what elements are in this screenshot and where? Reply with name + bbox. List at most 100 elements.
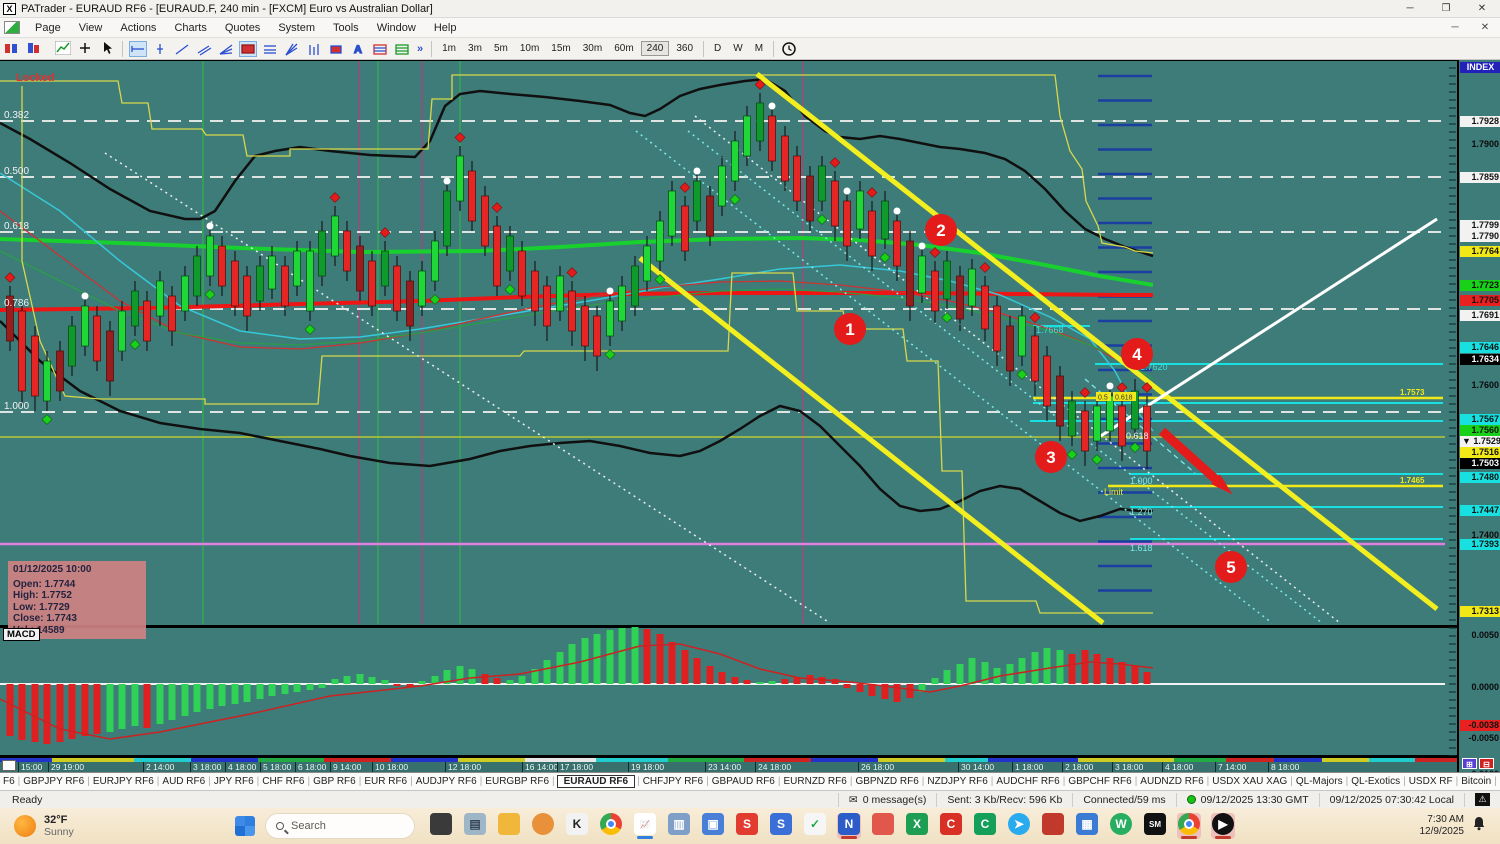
menu-view[interactable]: View <box>70 22 112 34</box>
smr-icon[interactable]: SM <box>1143 813 1167 839</box>
w-green-icon[interactable]: W <box>1109 813 1133 839</box>
ohlc-grid-green-tool[interactable] <box>393 41 411 57</box>
time-axis[interactable]: 15:00 29 19:00 2 14:00 3 18:00 4 18:00 5 18:0… <box>0 758 1457 773</box>
timeframe-3m[interactable]: 3m <box>463 42 487 55</box>
tab-eurnzd-rf6[interactable]: EURNZD RF6 <box>780 776 849 787</box>
maximize-button[interactable]: ❐ <box>1428 3 1464 14</box>
notification-bell-icon[interactable] <box>1472 816 1500 836</box>
ohlc-grid-tool[interactable] <box>371 41 389 57</box>
s-blue-icon[interactable]: S <box>769 813 793 839</box>
bank-icon[interactable]: ▦ <box>1075 813 1099 839</box>
vertical-line-tool[interactable] <box>151 41 169 57</box>
channel-tool[interactable] <box>195 41 213 57</box>
chart-canvas[interactable]: Locked 0.382 0.500 0.618 0.786 1.000 1.7668 1.7… <box>0 60 1457 773</box>
menu-actions[interactable]: Actions <box>111 22 165 34</box>
photos-icon[interactable]: ▣ <box>701 813 725 839</box>
fib-fan-tool[interactable] <box>217 41 235 57</box>
flame-icon[interactable] <box>871 813 895 839</box>
mdi-minimize-button[interactable]: ─ <box>1440 22 1470 33</box>
check-green-icon[interactable]: ✓ <box>803 813 827 839</box>
taskbar-search[interactable]: Search <box>265 813 415 839</box>
tab-chfjpy-rf6[interactable]: CHFJPY RF6 <box>640 776 706 787</box>
cascade-windows-icon[interactable] <box>24 40 42 56</box>
toolbar-overflow-icon[interactable]: » <box>417 43 423 55</box>
dark-app-icon[interactable] <box>429 813 453 839</box>
start-button[interactable] <box>235 816 255 836</box>
c-red-icon[interactable]: C <box>939 813 963 839</box>
text-tool[interactable]: A <box>349 41 367 57</box>
macd-indicator-label[interactable]: MACD <box>3 628 40 641</box>
price-label-tool[interactable] <box>327 41 345 57</box>
tab-aud-rf6[interactable]: AUD RF6 <box>159 776 208 787</box>
red-app-icon[interactable] <box>1041 813 1065 839</box>
tab-gbpjpy-rf6[interactable]: GBPJPY RF6 <box>20 776 87 787</box>
tab-jpy-rf6[interactable]: JPY RF6 <box>211 776 257 787</box>
close-button[interactable]: ✕ <box>1464 3 1500 14</box>
tab-usdx-xau-xag[interactable]: USDX XAU XAG <box>1209 776 1290 787</box>
rectangle-tool[interactable] <box>239 40 257 57</box>
tab-ql-majors[interactable]: QL-Majors <box>1293 776 1346 787</box>
calculator-icon[interactable]: ▤ <box>463 813 487 839</box>
timeframe-240[interactable]: 240 <box>640 41 670 56</box>
vertical-bars-tool[interactable] <box>305 41 323 57</box>
notebook-icon[interactable]: ▥ <box>667 813 691 839</box>
timeframe-60m[interactable]: 60m <box>609 42 638 55</box>
tab-f6[interactable]: F6 <box>0 776 18 787</box>
period-d[interactable]: D <box>709 42 726 55</box>
tab-euraud-rf6[interactable]: EURAUD RF6 <box>556 775 636 788</box>
mdi-close-button[interactable]: ✕ <box>1470 22 1500 33</box>
menu-system[interactable]: System <box>269 22 324 34</box>
plus-icon[interactable] <box>76 40 94 56</box>
tab-gbpaud-rf6[interactable]: GBPAUD RF6 <box>709 776 778 787</box>
period-w[interactable]: W <box>728 42 747 55</box>
chart-icon[interactable] <box>54 40 72 56</box>
weather-widget[interactable]: 32°F Sunny <box>0 814 225 838</box>
price-chart[interactable]: Locked 0.382 0.500 0.618 0.786 1.000 1.7668 1.7… <box>0 61 1457 758</box>
menu-quotes[interactable]: Quotes <box>216 22 269 34</box>
tile-windows-icon[interactable] <box>2 40 20 56</box>
tab-bitcoin[interactable]: Bitcoin <box>1458 776 1494 787</box>
horizontal-line-tool[interactable] <box>129 40 147 57</box>
timeframe-5m[interactable]: 5m <box>489 42 513 55</box>
media-icon[interactable]: ▶ <box>1211 813 1235 839</box>
tab-nzdjpy-rf6[interactable]: NZDJPY RF6 <box>924 776 990 787</box>
menu-help[interactable]: Help <box>425 22 466 34</box>
kc-app-icon[interactable]: K <box>565 813 589 839</box>
tab-eurjpy-rf6[interactable]: EURJPY RF6 <box>90 776 157 787</box>
price-axis[interactable]: ⊞ ⊟ INDEX 1.7928 1.7900 1.7859 1.7799 1.7790 1… <box>1457 60 1500 779</box>
trendline-tool[interactable] <box>173 41 191 57</box>
zoom-out-button[interactable]: ⊟ <box>1479 758 1494 769</box>
tab-gbp-rf6[interactable]: GBP RF6 <box>310 776 359 787</box>
tab-eur-rf6[interactable]: EUR RF6 <box>361 776 410 787</box>
timeframe-30m[interactable]: 30m <box>578 42 607 55</box>
chrome-icon[interactable] <box>599 813 623 839</box>
tab-audchf-rf6[interactable]: AUDCHF RF6 <box>993 776 1062 787</box>
chrome2-icon[interactable] <box>1177 813 1201 839</box>
tab-gbpnzd-rf6[interactable]: GBPNZD RF6 <box>852 776 921 787</box>
tab-gbpchf-rf6[interactable]: GBPCHF RF6 <box>1065 776 1134 787</box>
onenote-icon[interactable]: N <box>837 813 861 839</box>
tab-ql-exotics[interactable]: QL-Exotics <box>1348 776 1403 787</box>
minimize-button[interactable]: ─ <box>1392 3 1428 14</box>
gann-fan-tool[interactable] <box>283 41 301 57</box>
zoom-in-button[interactable]: ⊞ <box>1462 758 1477 769</box>
excel-icon[interactable]: X <box>905 813 929 839</box>
tab-chf-rf6[interactable]: CHF RF6 <box>259 776 307 787</box>
telegram-icon[interactable]: ➤ <box>1007 813 1031 839</box>
period-m[interactable]: M <box>750 42 768 55</box>
timeframe-360[interactable]: 360 <box>671 42 698 55</box>
cursor-icon[interactable] <box>98 40 116 56</box>
clock-icon[interactable] <box>780 41 798 57</box>
folder-icon[interactable] <box>497 813 521 839</box>
menu-tools[interactable]: Tools <box>324 22 368 34</box>
scroll-home-button[interactable] <box>2 760 16 771</box>
menu-page[interactable]: Page <box>26 22 70 34</box>
timeframe-10m[interactable]: 10m <box>515 42 544 55</box>
patrader-icon[interactable]: 📈 <box>633 813 657 839</box>
timeframe-1m[interactable]: 1m <box>437 42 461 55</box>
menu-window[interactable]: Window <box>368 22 425 34</box>
alert-icon[interactable]: ⚠ <box>1475 793 1490 806</box>
timeframe-15m[interactable]: 15m <box>546 42 575 55</box>
tab-audjpy-rf6[interactable]: AUDJPY RF6 <box>413 776 480 787</box>
s-red-icon[interactable]: S <box>735 813 759 839</box>
